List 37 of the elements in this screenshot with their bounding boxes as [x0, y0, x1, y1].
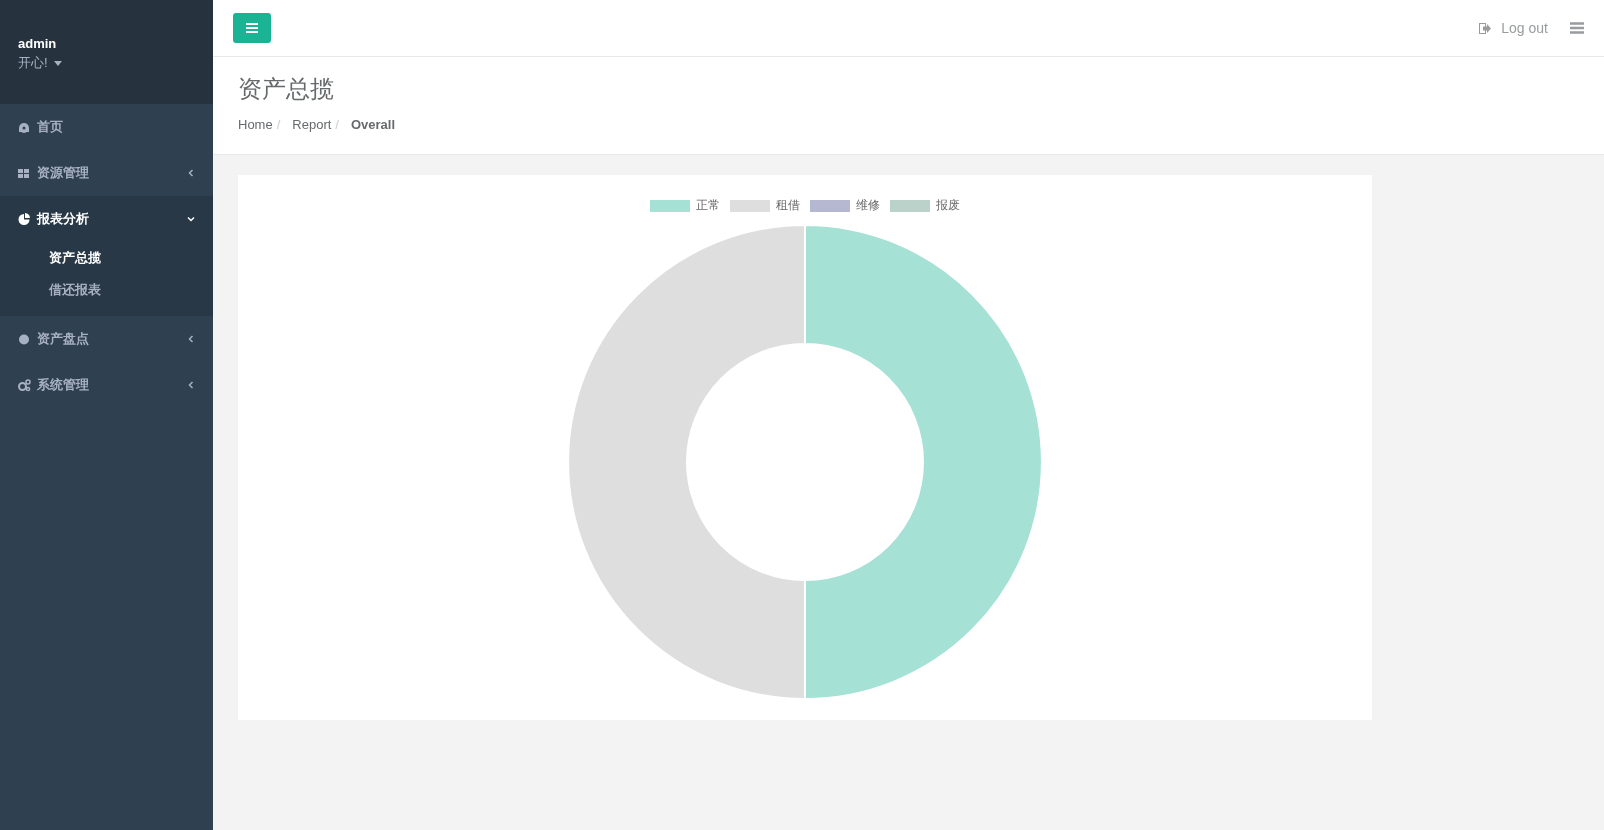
breadcrumb-link[interactable]: Report	[292, 117, 332, 132]
caret-icon	[53, 60, 62, 66]
circle-icon	[18, 332, 31, 346]
logout-link[interactable]: Log out	[1479, 20, 1548, 36]
sidebar-item[interactable]: 报表分析	[0, 196, 213, 242]
legend-label: 报废	[936, 197, 960, 214]
legend-label: 维修	[856, 197, 880, 214]
chevron-icon	[187, 381, 195, 389]
status-dropdown[interactable]: 开心!	[18, 54, 62, 72]
sidebar-item[interactable]: 系统管理	[0, 362, 213, 408]
submenu-item[interactable]: 资产总揽	[0, 242, 213, 274]
sidebar-item[interactable]: 资产盘点	[0, 316, 213, 362]
sign-out-icon	[1479, 22, 1492, 34]
user-name: admin	[18, 36, 58, 51]
pie-chart-icon	[18, 212, 31, 226]
chevron-icon	[187, 335, 195, 343]
menu-icon	[246, 23, 258, 33]
dashboard-icon	[18, 120, 31, 134]
breadcrumb-link[interactable]: Home	[238, 117, 273, 132]
menu-button[interactable]	[233, 13, 271, 43]
legend-label: 正常	[696, 197, 720, 214]
gears-icon	[18, 378, 31, 392]
submenu-item[interactable]: 借还报表	[0, 274, 213, 306]
list-icon[interactable]	[1570, 22, 1584, 34]
legend-label: 租借	[776, 197, 800, 214]
sidebar-item[interactable]: 首页	[0, 104, 213, 150]
sidebar-item[interactable]: 资源管理	[0, 150, 213, 196]
breadcrumb-separator: /	[334, 117, 340, 132]
legend-swatch	[890, 199, 930, 212]
chevron-icon	[187, 169, 195, 177]
page-title: 资产总揽	[238, 74, 335, 104]
legend-swatch	[810, 199, 850, 212]
breadcrumb-separator: /	[275, 117, 282, 132]
chevron-icon	[187, 215, 195, 223]
legend-swatch	[650, 199, 690, 212]
grid-icon	[18, 166, 31, 180]
legend-swatch	[730, 199, 770, 212]
